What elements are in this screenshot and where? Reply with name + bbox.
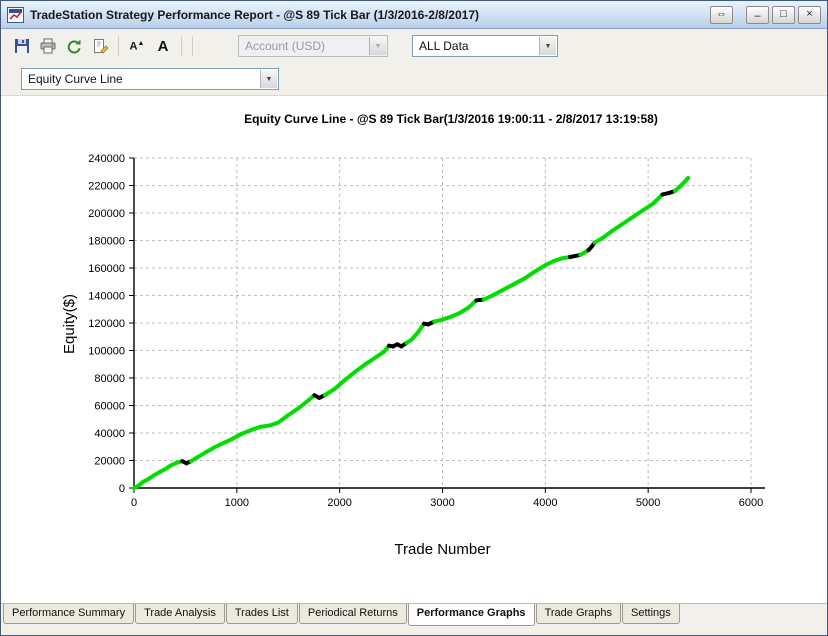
svg-text:1000: 1000 [225, 497, 249, 509]
chart-panel: Equity Curve Line - @S 89 Tick Bar(1/3/2… [1, 95, 827, 603]
account-combobox-value: Account (USD) [245, 39, 325, 53]
dropdown-arrow-icon: ▼ [539, 37, 556, 55]
tab-settings[interactable]: Settings [622, 604, 680, 624]
x-axis-label: Trade Number [134, 541, 751, 558]
svg-text:5000: 5000 [636, 497, 660, 509]
svg-text:3000: 3000 [430, 497, 454, 509]
data-range-combobox-value: ALL Data [419, 39, 469, 53]
data-range-combobox[interactable]: ALL Data ▼ [412, 35, 558, 57]
toolbar-separator [118, 36, 119, 56]
maximize-button[interactable]: □ [772, 6, 795, 24]
account-combobox[interactable]: Account (USD) ▼ [238, 35, 388, 57]
dropdown-arrow-icon: ▼ [260, 70, 277, 88]
svg-text:6000: 6000 [739, 497, 763, 509]
dock-button[interactable]: ⇔ [710, 6, 733, 24]
equity-curve-chart: 0100020003000400050006000020000400006000… [56, 136, 771, 516]
close-button[interactable]: × [798, 6, 821, 24]
svg-text:0: 0 [119, 483, 125, 495]
svg-text:4000: 4000 [533, 497, 557, 509]
font-increase-button[interactable]: A▲ [124, 34, 150, 58]
graph-type-combobox[interactable]: Equity Curve Line ▼ [21, 68, 279, 90]
svg-text:80000: 80000 [94, 373, 125, 385]
svg-text:180000: 180000 [88, 236, 125, 248]
minimize-button[interactable]: – [746, 6, 769, 24]
svg-text:2000: 2000 [327, 497, 351, 509]
close-icon: × [806, 8, 812, 20]
titlebar: TradeStation Strategy Performance Report… [1, 1, 827, 29]
svg-text:0: 0 [131, 497, 137, 509]
chart-title: Equity Curve Line - @S 89 Tick Bar(1/3/2… [111, 112, 791, 126]
dock-icon: ⇔ [716, 8, 727, 20]
svg-text:100000: 100000 [88, 346, 125, 358]
graph-selector-row: Equity Curve Line ▼ [1, 63, 827, 95]
svg-text:140000: 140000 [88, 291, 125, 303]
tab-trade-analysis[interactable]: Trade Analysis [135, 604, 225, 624]
print-button[interactable] [35, 34, 61, 58]
tab-performance-summary[interactable]: Performance Summary [3, 604, 134, 624]
window-title: TradeStation Strategy Performance Report… [30, 8, 707, 22]
font-decrease-label: A [158, 38, 169, 55]
dropdown-arrow-icon: ▼ [369, 37, 386, 55]
refresh-icon [65, 37, 83, 55]
font-decrease-button[interactable]: A [150, 34, 176, 58]
svg-text:40000: 40000 [94, 428, 125, 440]
app-icon [7, 7, 24, 23]
toolbar-separator [192, 36, 193, 56]
toolbar: A▲ A Account (USD) ▼ ALL Data ▼ [1, 29, 827, 63]
print-icon [39, 37, 57, 55]
refresh-button[interactable] [61, 34, 87, 58]
caret-up-icon: ▲ [138, 40, 145, 47]
maximize-icon: □ [780, 8, 787, 20]
svg-text:120000: 120000 [88, 318, 125, 330]
page-edit-icon [91, 37, 109, 55]
edit-report-button[interactable] [87, 34, 113, 58]
tab-periodical-returns[interactable]: Periodical Returns [299, 604, 407, 624]
svg-text:240000: 240000 [88, 153, 125, 165]
save-button[interactable] [9, 34, 35, 58]
report-tabbar: Performance Summary Trade Analysis Trade… [1, 603, 827, 636]
svg-text:200000: 200000 [88, 208, 125, 220]
graph-type-combobox-value: Equity Curve Line [28, 72, 123, 86]
svg-text:160000: 160000 [88, 263, 125, 275]
svg-text:20000: 20000 [94, 456, 125, 468]
font-increase-label: A [130, 40, 138, 52]
toolbar-separator [181, 36, 182, 56]
svg-text:60000: 60000 [94, 401, 125, 413]
save-icon [13, 37, 31, 55]
tab-performance-graphs[interactable]: Performance Graphs [408, 604, 535, 626]
tab-trades-list[interactable]: Trades List [226, 604, 298, 624]
minimize-icon: – [754, 9, 760, 24]
tradestation-report-window: TradeStation Strategy Performance Report… [0, 0, 828, 636]
svg-text:220000: 220000 [88, 181, 125, 193]
tab-trade-graphs[interactable]: Trade Graphs [536, 604, 621, 624]
